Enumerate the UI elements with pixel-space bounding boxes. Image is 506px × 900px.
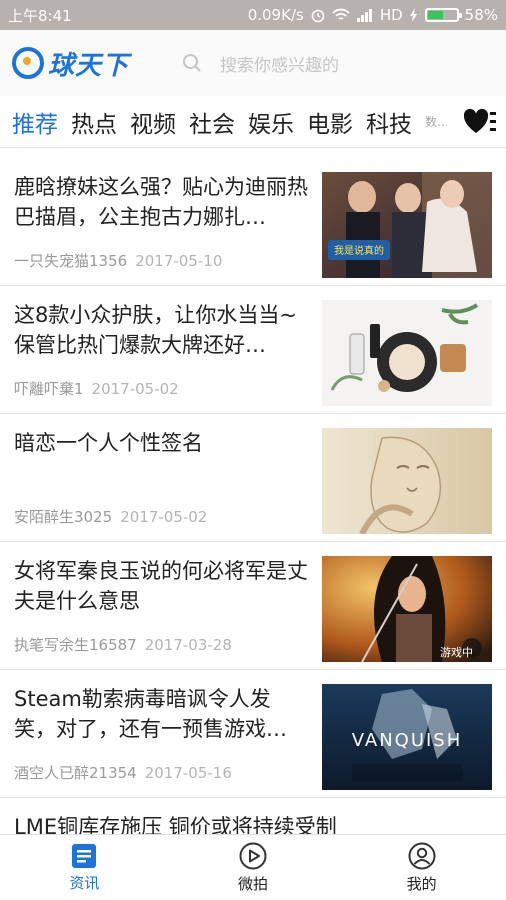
news-date: 2017-05-02 — [91, 380, 179, 398]
thumbnail-image — [322, 300, 492, 406]
category-tabs: 推荐 热点 视频 社会 娱乐 电影 科技 数… — [0, 96, 506, 148]
wifi-icon — [332, 8, 350, 20]
news-author: 吓離吓棄1 — [14, 380, 84, 398]
news-item[interactable]: 暗恋一个人个性签名 安陌醉生3025 2017-05-02 — [0, 414, 506, 542]
thumbnail-caption: VANQUISH — [352, 730, 463, 751]
news-title[interactable]: 女将军秦良玉说的何必将军是丈夫是什么意思 — [14, 556, 310, 616]
status-bar: 上午8:41 0.09K/s HD 58% — [0, 0, 506, 30]
channel-menu-button[interactable] — [462, 106, 498, 138]
battery-percent: 58% — [464, 6, 498, 24]
nav-news[interactable]: 资讯 — [0, 835, 169, 900]
news-title[interactable]: 这8款小众护肤，让你水当当~保管比热门爆款大牌还好… — [14, 300, 310, 360]
news-item[interactable]: 女将军秦良玉说的何必将军是丈夫是什么意思 执笔写余生16587 2017-03-2… — [0, 542, 506, 670]
news-date: 2017-03-28 — [144, 636, 232, 654]
bottom-navigation: 资讯 微拍 我的 — [0, 834, 506, 900]
charging-icon — [409, 8, 417, 22]
tab-hot[interactable]: 热点 — [71, 105, 117, 139]
search-bar[interactable]: 搜索你感兴趣的 — [170, 43, 494, 83]
app-header: 球天下 搜索你感兴趣的 — [0, 30, 506, 96]
heart-menu-icon — [463, 108, 496, 133]
thumbnail-image — [322, 428, 492, 534]
thumbnail-caption: 我是说真的 — [334, 244, 384, 257]
news-item[interactable]: LME铜库存施压 铜价或将持续受制 — [0, 798, 506, 834]
status-time: 上午8:41 — [8, 6, 72, 25]
news-item[interactable]: 这8款小众护肤，让你水当当~保管比热门爆款大牌还好… 吓離吓棄1 2017-05-… — [0, 286, 506, 414]
news-title[interactable]: 鹿晗撩妹这么强？贴心为迪丽热巴描眉，公主抱古力娜扎… — [14, 172, 310, 232]
news-title[interactable]: Steam勒索病毒暗讽令人发笑，对了，还有一预售游戏… — [14, 684, 310, 744]
news-icon — [72, 843, 97, 868]
tab-entertainment[interactable]: 娱乐 — [248, 105, 294, 139]
thumbnail-caption: 游戏中 — [440, 646, 473, 659]
logo-text: 球天下 — [48, 50, 130, 81]
thumbnail-image: 我是说真的 — [322, 172, 492, 278]
news-thumbnail[interactable] — [322, 428, 492, 534]
network-type: HD — [379, 6, 403, 24]
news-meta: 酒空人已醉21354 2017-05-16 — [14, 762, 232, 783]
news-thumbnail[interactable] — [322, 300, 492, 406]
news-author: 安陌醉生3025 — [14, 508, 113, 526]
battery-icon — [424, 8, 462, 22]
thumbnail-image: 游戏中 — [322, 556, 492, 662]
tab-more-partial[interactable]: 数… — [425, 116, 447, 128]
signal-icon — [356, 9, 372, 22]
search-icon — [183, 54, 201, 72]
news-title[interactable]: LME铜库存施压 铜价或将持续受制 — [14, 812, 484, 834]
nav-video-label: 微拍 — [238, 874, 269, 893]
tab-movie[interactable]: 电影 — [307, 105, 353, 139]
tab-recommend[interactable]: 推荐 — [12, 105, 58, 139]
news-item[interactable]: Steam勒索病毒暗讽令人发笑，对了，还有一预售游戏… 酒空人已醉21354 20… — [0, 670, 506, 798]
news-thumbnail[interactable]: 我是说真的 — [322, 172, 492, 278]
news-meta: 安陌醉生3025 2017-05-02 — [14, 506, 207, 527]
nav-video[interactable]: 微拍 — [169, 835, 338, 900]
news-meta: 执笔写余生16587 2017-03-28 — [14, 634, 232, 655]
tab-tech[interactable]: 科技 — [366, 105, 412, 139]
nav-profile[interactable]: 我的 — [337, 835, 506, 900]
news-author: 酒空人已醉21354 — [14, 764, 137, 782]
news-date: 2017-05-10 — [135, 252, 223, 270]
network-speed: 0.09K/s — [247, 6, 304, 24]
thumbnail-image: VANQUISH — [322, 684, 492, 790]
nav-news-label: 资讯 — [69, 873, 100, 892]
app-logo: 球天下 — [12, 45, 160, 82]
news-item[interactable]: 鹿晗撩妹这么强？贴心为迪丽热巴描眉，公主抱古力娜扎… 一只失宠猫1356 2017… — [0, 158, 506, 286]
profile-icon — [408, 842, 436, 869]
play-icon — [239, 842, 267, 869]
nav-profile-label: 我的 — [406, 874, 437, 893]
search-input[interactable]: 搜索你感兴趣的 — [220, 51, 339, 76]
news-feed[interactable]: 鹿晗撩妹这么强？贴心为迪丽热巴描眉，公主抱古力娜扎… 一只失宠猫1356 2017… — [0, 158, 506, 834]
tab-society[interactable]: 社会 — [189, 105, 235, 139]
tab-video[interactable]: 视频 — [130, 105, 176, 139]
status-indicators: 0.09K/s HD 58% — [248, 6, 498, 24]
news-date: 2017-05-16 — [144, 764, 232, 782]
news-date: 2017-05-02 — [120, 508, 208, 526]
news-author: 一只失宠猫1356 — [14, 252, 128, 270]
news-thumbnail[interactable]: 游戏中 — [322, 556, 492, 662]
logo-mark-icon — [12, 47, 44, 79]
news-author: 执笔写余生16587 — [14, 636, 137, 654]
news-meta: 一只失宠猫1356 2017-05-10 — [14, 250, 222, 271]
news-thumbnail[interactable]: VANQUISH — [322, 684, 492, 790]
alarm-icon — [311, 9, 325, 23]
news-title[interactable]: 暗恋一个人个性签名 — [14, 428, 310, 458]
news-meta: 吓離吓棄1 2017-05-02 — [14, 378, 179, 399]
